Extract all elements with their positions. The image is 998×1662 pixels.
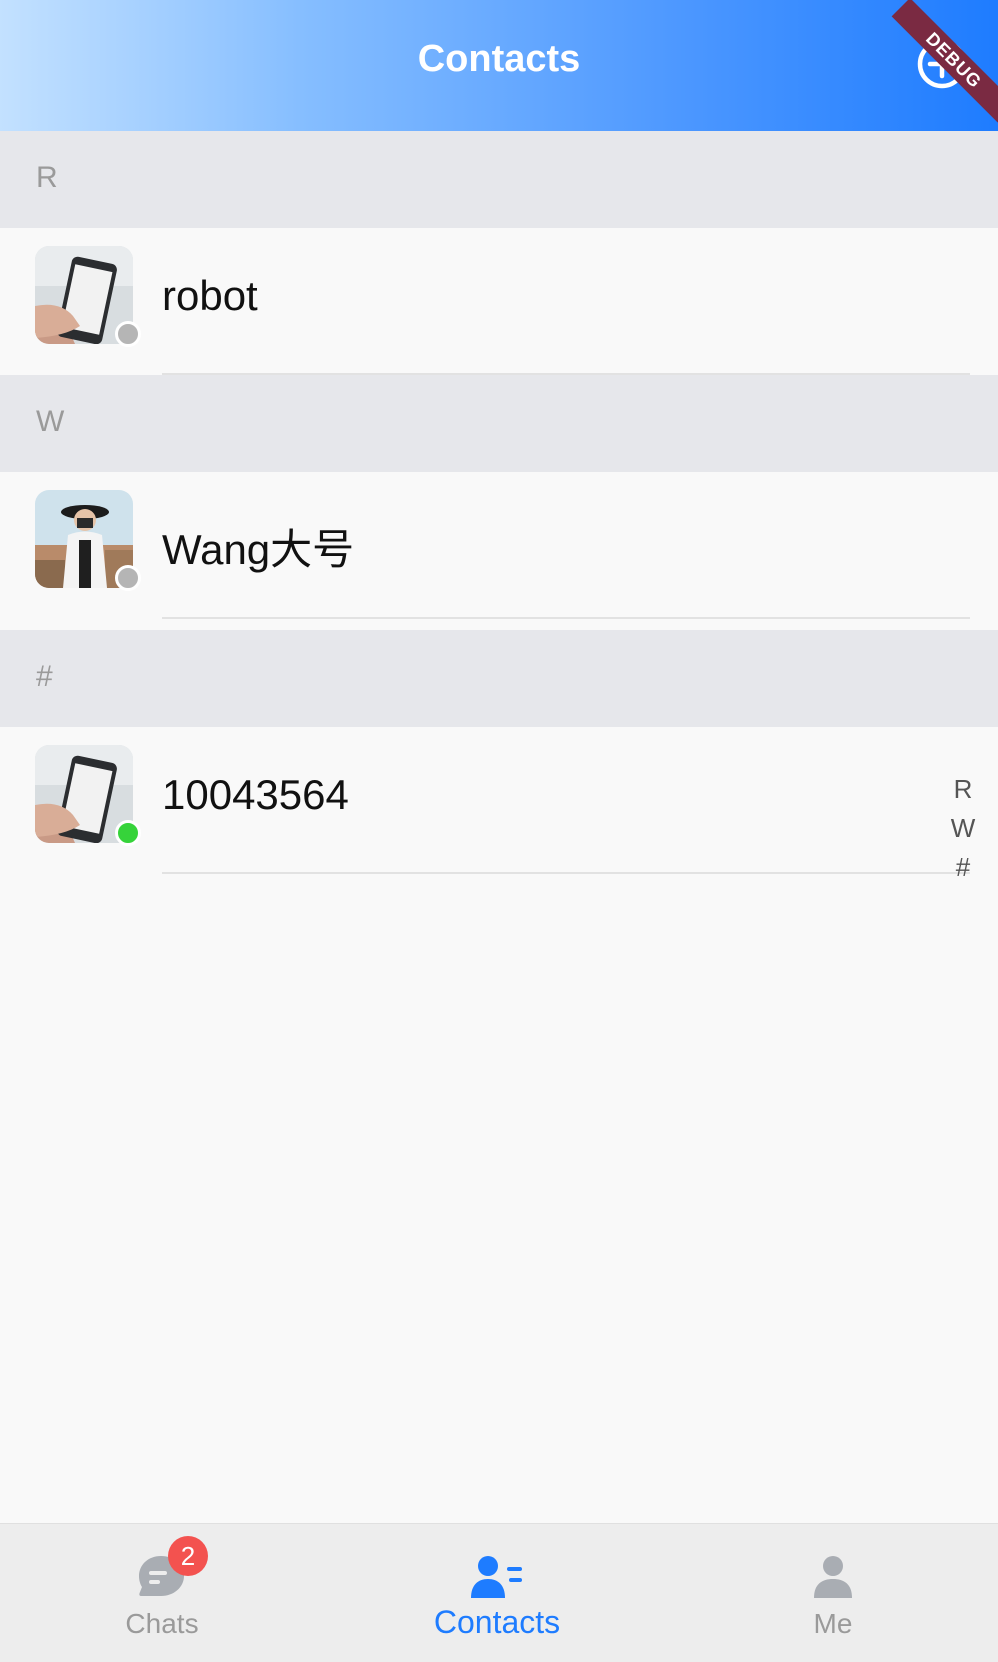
app-bar: Contacts DEBUG: [0, 0, 998, 131]
offline-status-dot: [115, 321, 141, 347]
row-divider: [162, 617, 970, 619]
tab-label: Contacts: [433, 1604, 561, 1640]
section-letter: R: [36, 161, 58, 194]
bottom-navigation: 2 Chats Contacts Me: [0, 1523, 998, 1662]
contact-name: Wang大号: [162, 526, 355, 573]
tab-contacts[interactable]: Contacts: [397, 1524, 597, 1662]
contact-row-wang[interactable]: Wang大号: [0, 472, 998, 619]
contact-row-robot[interactable]: robot: [0, 228, 998, 375]
section-header-w: W: [0, 375, 998, 472]
section-letter: W: [36, 405, 65, 438]
online-status-dot: [115, 820, 141, 846]
tab-label: Me: [813, 1608, 853, 1639]
contact-name: robot: [162, 272, 258, 319]
index-letter-r[interactable]: R: [954, 770, 973, 809]
alphabet-index-bar[interactable]: R W #: [950, 770, 976, 887]
row-divider: [162, 872, 970, 874]
contact-row-10043564[interactable]: 10043564: [0, 727, 998, 874]
section-header-r: R: [0, 131, 998, 228]
tab-chats[interactable]: 2 Chats: [62, 1524, 262, 1662]
contact-name: 10043564: [162, 771, 349, 818]
contacts-screen: Contacts DEBUG R robot W Wang大号 # 100435…: [0, 0, 998, 1662]
offline-status-dot: [115, 565, 141, 591]
contacts-icon: [471, 1556, 522, 1598]
tab-label: Chats: [125, 1608, 199, 1639]
index-letter-w[interactable]: W: [951, 809, 976, 848]
unread-badge: 2: [168, 1536, 208, 1576]
tab-me[interactable]: Me: [733, 1524, 933, 1662]
index-letter-hash[interactable]: #: [956, 848, 970, 887]
person-icon: [814, 1556, 852, 1598]
section-header-hash: #: [0, 630, 998, 727]
page-title: Contacts: [417, 38, 581, 80]
section-letter: #: [36, 660, 53, 693]
